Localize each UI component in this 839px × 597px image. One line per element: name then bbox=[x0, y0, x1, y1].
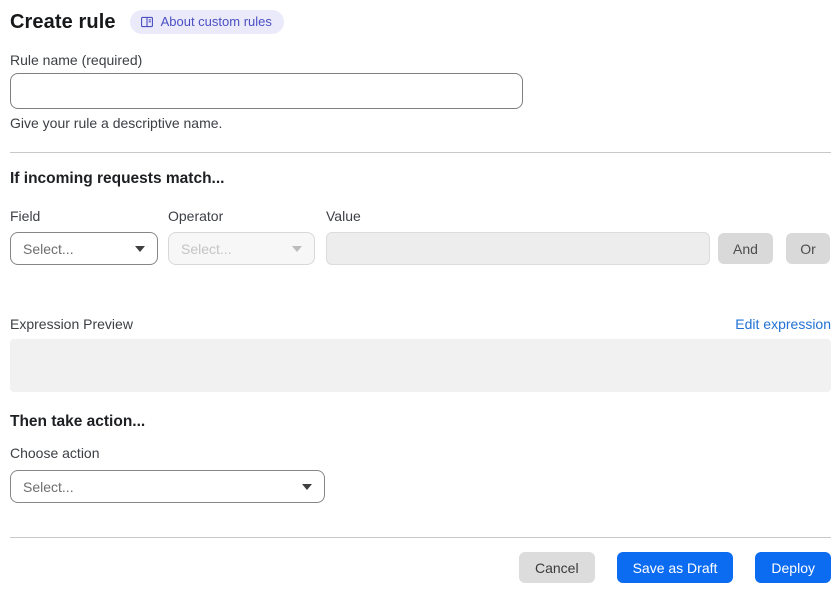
choose-action-label: Choose action bbox=[10, 445, 100, 461]
book-icon bbox=[140, 15, 154, 29]
cancel-button[interactable]: Cancel bbox=[518, 552, 595, 583]
deploy-button[interactable]: Deploy bbox=[755, 552, 831, 583]
value-input bbox=[326, 232, 710, 265]
and-button[interactable]: And bbox=[718, 233, 773, 264]
operator-label: Operator bbox=[168, 208, 224, 224]
expression-preview-header: Expression Preview Edit expression bbox=[10, 316, 831, 332]
page-header: Create rule About custom rules bbox=[10, 10, 831, 34]
expression-preview-label: Expression Preview bbox=[10, 316, 133, 332]
field-select-placeholder: Select... bbox=[23, 240, 74, 257]
divider bbox=[10, 152, 831, 153]
or-button[interactable]: Or bbox=[786, 233, 830, 264]
operator-select-placeholder: Select... bbox=[181, 240, 232, 257]
choose-action-placeholder: Select... bbox=[23, 478, 74, 495]
action-section-heading: Then take action... bbox=[10, 413, 146, 430]
field-label: Field bbox=[10, 208, 41, 224]
chevron-down-icon bbox=[135, 245, 145, 252]
edit-expression-link[interactable]: Edit expression bbox=[735, 316, 831, 332]
expression-preview-box bbox=[10, 339, 831, 392]
badge-label: About custom rules bbox=[160, 14, 272, 29]
page-title: Create rule bbox=[10, 10, 116, 33]
match-section-heading: If incoming requests match... bbox=[10, 170, 225, 187]
chevron-down-icon bbox=[302, 483, 312, 490]
about-custom-rules-badge[interactable]: About custom rules bbox=[129, 10, 284, 34]
field-select[interactable]: Select... bbox=[10, 232, 158, 265]
value-label: Value bbox=[326, 208, 361, 224]
save-as-draft-button[interactable]: Save as Draft bbox=[616, 552, 734, 583]
divider bbox=[10, 537, 831, 538]
rule-name-help: Give your rule a descriptive name. bbox=[10, 115, 223, 131]
footer-actions: Cancel Save as Draft Deploy bbox=[10, 552, 831, 583]
match-column-labels: Field Operator Value bbox=[10, 208, 831, 224]
match-controls-row: Select... Select... And Or bbox=[10, 232, 831, 265]
choose-action-select[interactable]: Select... bbox=[10, 470, 325, 503]
rule-name-label: Rule name (required) bbox=[10, 52, 143, 68]
rule-name-input[interactable] bbox=[10, 73, 523, 109]
operator-select: Select... bbox=[168, 232, 315, 265]
chevron-down-icon bbox=[292, 245, 302, 252]
